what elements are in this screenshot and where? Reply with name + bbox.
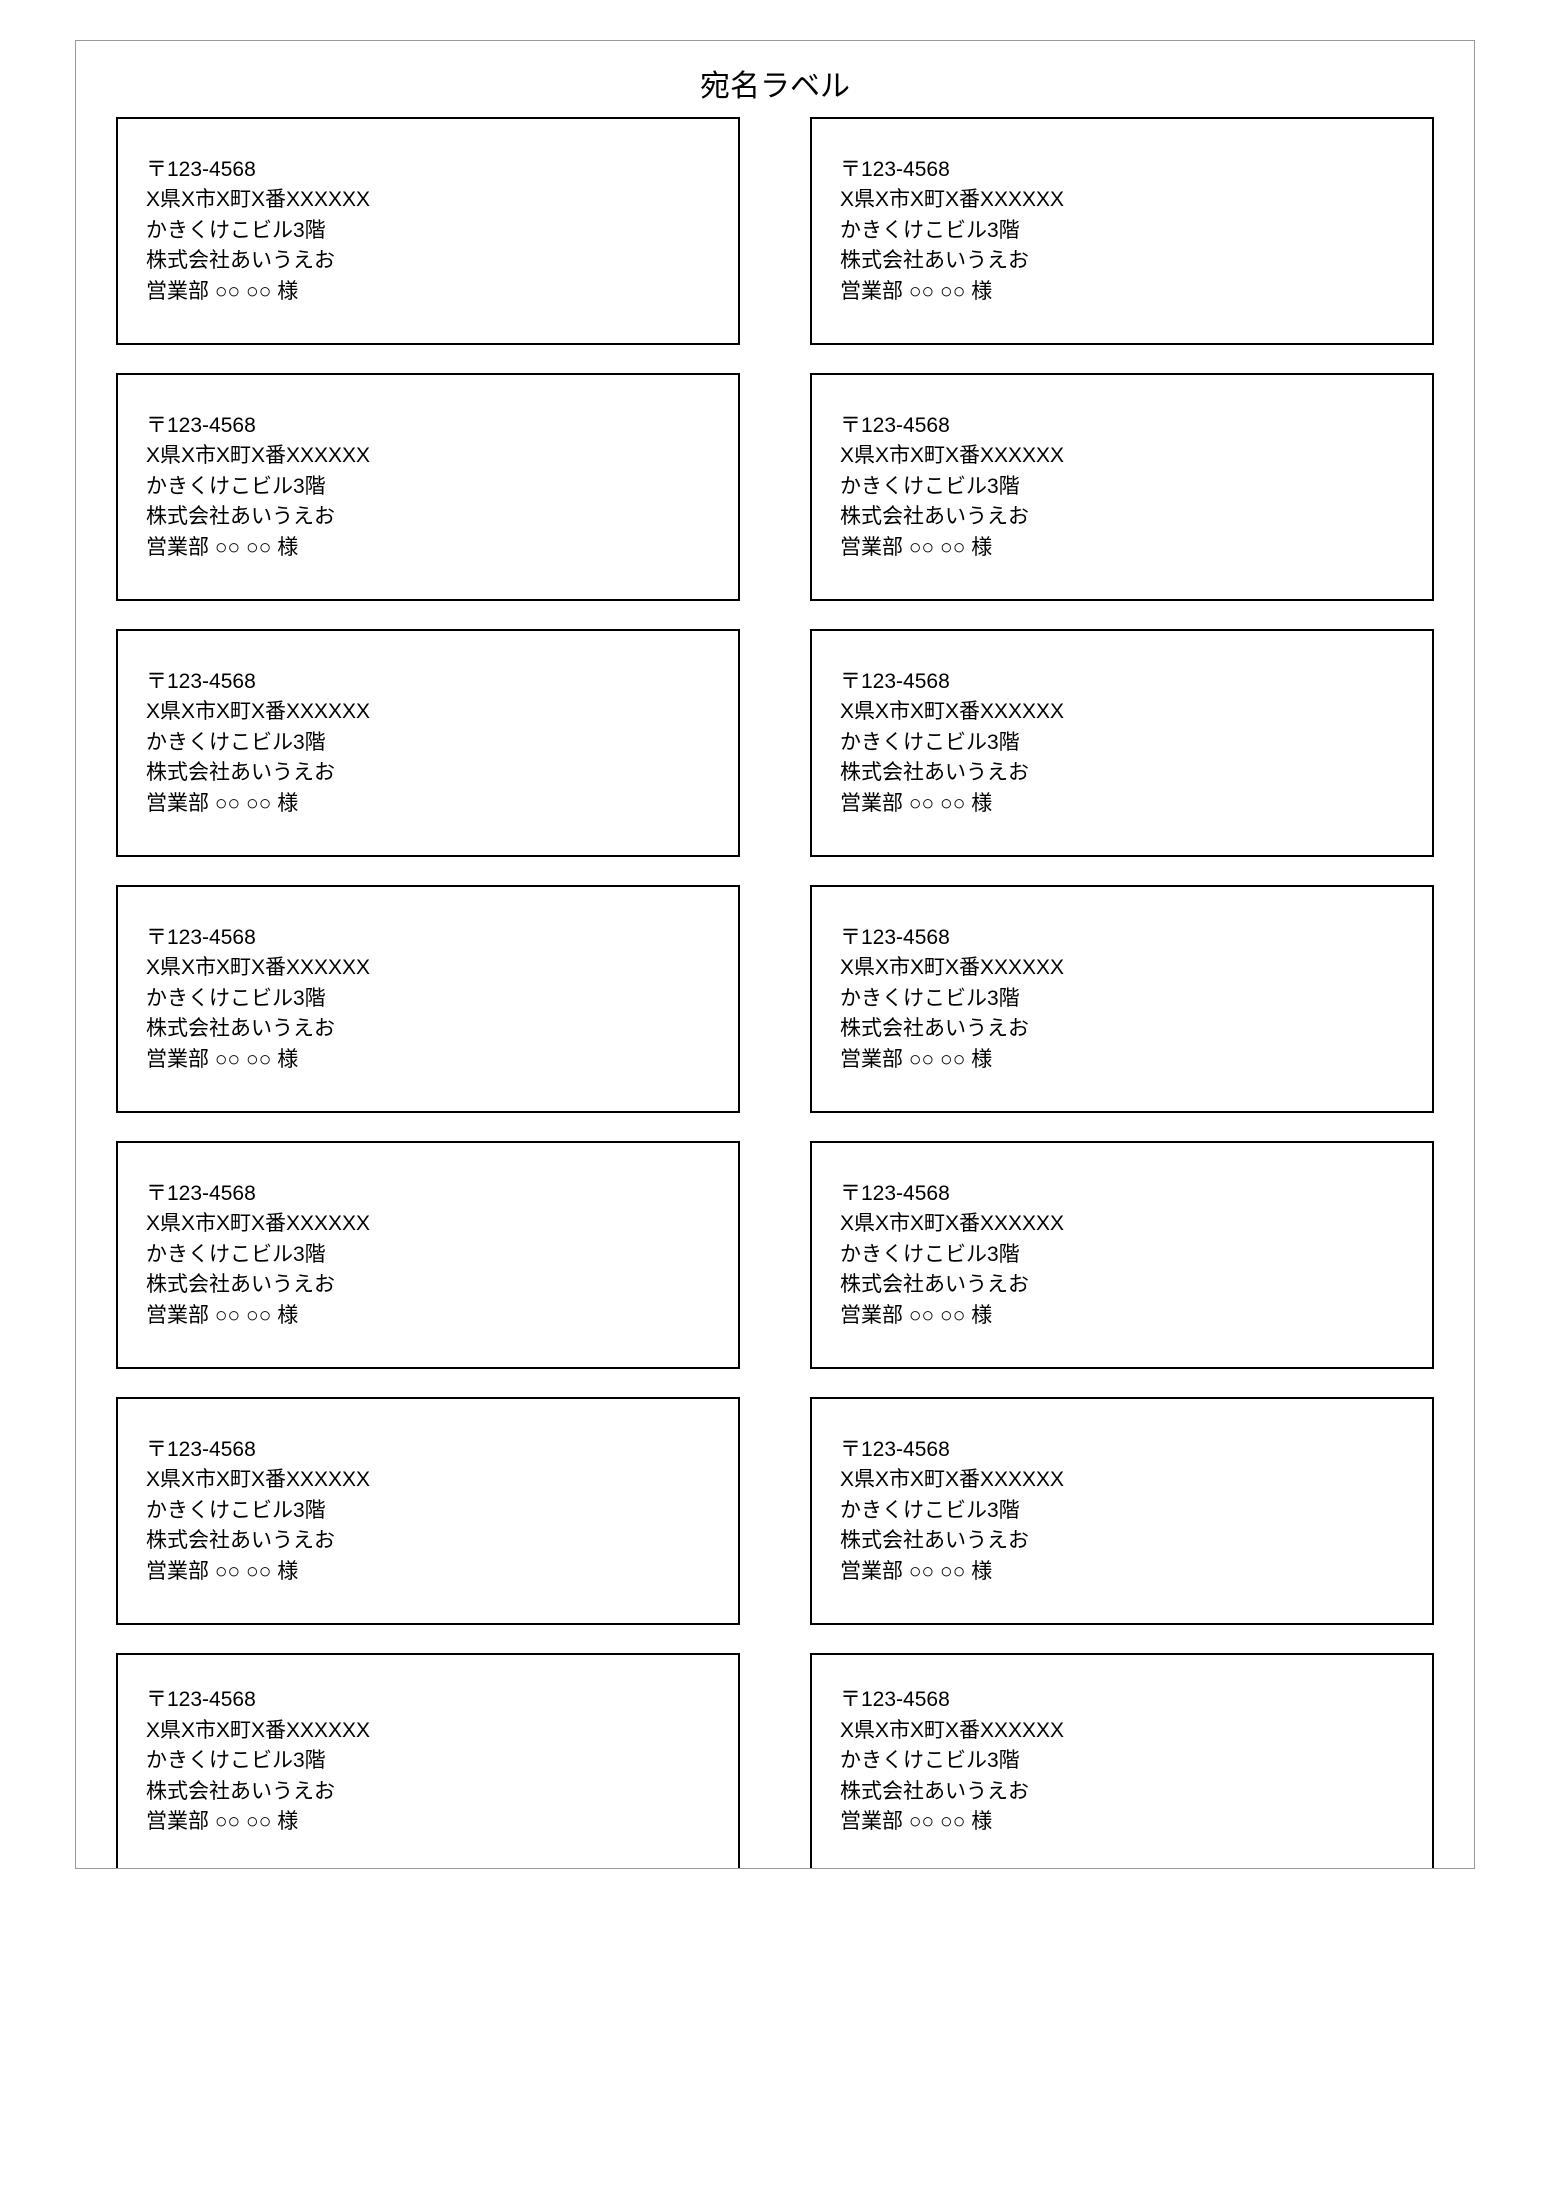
label-line-postal: 〒123-4568 xyxy=(146,1435,714,1465)
address-label: 〒123-4568X県X市X町X番XXXXXXかきくけこビル3階株式会社あいうえ… xyxy=(116,1141,740,1369)
label-sheet-page: 宛名ラベル 〒123-4568X県X市X町X番XXXXXXかきくけこビル3階株式… xyxy=(75,40,1475,1869)
label-line-company: 株式会社あいうえお xyxy=(146,246,714,276)
label-line-company: 株式会社あいうえお xyxy=(840,502,1408,532)
label-line-company: 株式会社あいうえお xyxy=(840,758,1408,788)
label-line-postal: 〒123-4568 xyxy=(146,411,714,441)
label-line-recipient: 営業部 ○○ ○○ 様 xyxy=(840,1045,1408,1075)
address-label: 〒123-4568X県X市X町X番XXXXXXかきくけこビル3階株式会社あいうえ… xyxy=(810,629,1434,857)
address-label: 〒123-4568X県X市X町X番XXXXXXかきくけこビル3階株式会社あいうえ… xyxy=(116,117,740,345)
address-label: 〒123-4568X県X市X町X番XXXXXXかきくけこビル3階株式会社あいうえ… xyxy=(810,373,1434,601)
address-label: 〒123-4568X県X市X町X番XXXXXXかきくけこビル3階株式会社あいうえ… xyxy=(116,1653,740,1868)
label-line-company: 株式会社あいうえお xyxy=(146,758,714,788)
address-label: 〒123-4568X県X市X町X番XXXXXXかきくけこビル3階株式会社あいうえ… xyxy=(116,885,740,1113)
label-line-address2: かきくけこビル3階 xyxy=(146,1746,714,1776)
label-line-address2: かきくけこビル3階 xyxy=(146,216,714,246)
label-line-recipient: 営業部 ○○ ○○ 様 xyxy=(146,1807,714,1837)
label-line-address1: X県X市X町X番XXXXXX xyxy=(146,953,714,983)
address-label: 〒123-4568X県X市X町X番XXXXXXかきくけこビル3階株式会社あいうえ… xyxy=(810,885,1434,1113)
page-title: 宛名ラベル xyxy=(116,61,1434,105)
label-line-address2: かきくけこビル3階 xyxy=(146,728,714,758)
address-label: 〒123-4568X県X市X町X番XXXXXXかきくけこビル3階株式会社あいうえ… xyxy=(116,373,740,601)
label-line-address2: かきくけこビル3階 xyxy=(146,1240,714,1270)
label-line-recipient: 営業部 ○○ ○○ 様 xyxy=(840,1301,1408,1331)
label-line-address2: かきくけこビル3階 xyxy=(146,1496,714,1526)
label-line-address2: かきくけこビル3階 xyxy=(840,1746,1408,1776)
label-line-recipient: 営業部 ○○ ○○ 様 xyxy=(840,1807,1408,1837)
address-label: 〒123-4568X県X市X町X番XXXXXXかきくけこビル3階株式会社あいうえ… xyxy=(810,1397,1434,1625)
labels-grid: 〒123-4568X県X市X町X番XXXXXXかきくけこビル3階株式会社あいうえ… xyxy=(116,117,1434,1868)
label-line-company: 株式会社あいうえお xyxy=(840,1014,1408,1044)
label-line-recipient: 営業部 ○○ ○○ 様 xyxy=(840,1557,1408,1587)
label-line-address1: X県X市X町X番XXXXXX xyxy=(840,1209,1408,1239)
label-line-recipient: 営業部 ○○ ○○ 様 xyxy=(840,789,1408,819)
label-line-address1: X県X市X町X番XXXXXX xyxy=(146,1716,714,1746)
label-line-recipient: 営業部 ○○ ○○ 様 xyxy=(146,1557,714,1587)
label-line-address2: かきくけこビル3階 xyxy=(840,1496,1408,1526)
label-line-address1: X県X市X町X番XXXXXX xyxy=(840,1716,1408,1746)
address-label: 〒123-4568X県X市X町X番XXXXXXかきくけこビル3階株式会社あいうえ… xyxy=(810,117,1434,345)
label-line-postal: 〒123-4568 xyxy=(146,1685,714,1715)
label-line-company: 株式会社あいうえお xyxy=(840,1777,1408,1807)
label-line-postal: 〒123-4568 xyxy=(840,1179,1408,1209)
address-label: 〒123-4568X県X市X町X番XXXXXXかきくけこビル3階株式会社あいうえ… xyxy=(810,1653,1434,1868)
address-label: 〒123-4568X県X市X町X番XXXXXXかきくけこビル3階株式会社あいうえ… xyxy=(116,1397,740,1625)
label-line-company: 株式会社あいうえお xyxy=(146,1014,714,1044)
label-line-recipient: 営業部 ○○ ○○ 様 xyxy=(840,277,1408,307)
label-line-postal: 〒123-4568 xyxy=(840,1685,1408,1715)
label-line-address2: かきくけこビル3階 xyxy=(840,1240,1408,1270)
label-line-company: 株式会社あいうえお xyxy=(146,1526,714,1556)
label-line-postal: 〒123-4568 xyxy=(840,1435,1408,1465)
label-line-recipient: 営業部 ○○ ○○ 様 xyxy=(146,1301,714,1331)
address-label: 〒123-4568X県X市X町X番XXXXXXかきくけこビル3階株式会社あいうえ… xyxy=(116,629,740,857)
label-line-company: 株式会社あいうえお xyxy=(146,1777,714,1807)
label-line-address1: X県X市X町X番XXXXXX xyxy=(146,1465,714,1495)
label-line-postal: 〒123-4568 xyxy=(840,155,1408,185)
label-line-address1: X県X市X町X番XXXXXX xyxy=(840,441,1408,471)
label-line-postal: 〒123-4568 xyxy=(840,411,1408,441)
label-line-address2: かきくけこビル3階 xyxy=(146,984,714,1014)
label-line-company: 株式会社あいうえお xyxy=(840,246,1408,276)
label-line-recipient: 営業部 ○○ ○○ 様 xyxy=(146,789,714,819)
label-line-postal: 〒123-4568 xyxy=(840,667,1408,697)
label-line-address2: かきくけこビル3階 xyxy=(146,472,714,502)
address-label: 〒123-4568X県X市X町X番XXXXXXかきくけこビル3階株式会社あいうえ… xyxy=(810,1141,1434,1369)
label-line-address1: X県X市X町X番XXXXXX xyxy=(840,1465,1408,1495)
label-line-recipient: 営業部 ○○ ○○ 様 xyxy=(840,533,1408,563)
label-line-address1: X県X市X町X番XXXXXX xyxy=(840,185,1408,215)
label-line-address1: X県X市X町X番XXXXXX xyxy=(840,953,1408,983)
label-line-address2: かきくけこビル3階 xyxy=(840,472,1408,502)
label-line-recipient: 営業部 ○○ ○○ 様 xyxy=(146,533,714,563)
label-line-address2: かきくけこビル3階 xyxy=(840,984,1408,1014)
label-line-address1: X県X市X町X番XXXXXX xyxy=(146,441,714,471)
label-line-company: 株式会社あいうえお xyxy=(840,1526,1408,1556)
label-line-address1: X県X市X町X番XXXXXX xyxy=(146,697,714,727)
label-line-address2: かきくけこビル3階 xyxy=(840,216,1408,246)
label-line-address1: X県X市X町X番XXXXXX xyxy=(146,185,714,215)
label-line-recipient: 営業部 ○○ ○○ 様 xyxy=(146,1045,714,1075)
label-line-company: 株式会社あいうえお xyxy=(146,502,714,532)
label-line-address1: X県X市X町X番XXXXXX xyxy=(146,1209,714,1239)
label-line-postal: 〒123-4568 xyxy=(146,667,714,697)
label-line-address1: X県X市X町X番XXXXXX xyxy=(840,697,1408,727)
label-line-postal: 〒123-4568 xyxy=(146,923,714,953)
label-line-address2: かきくけこビル3階 xyxy=(840,728,1408,758)
label-line-postal: 〒123-4568 xyxy=(146,155,714,185)
label-line-postal: 〒123-4568 xyxy=(840,923,1408,953)
label-line-recipient: 営業部 ○○ ○○ 様 xyxy=(146,277,714,307)
label-line-company: 株式会社あいうえお xyxy=(146,1270,714,1300)
label-line-postal: 〒123-4568 xyxy=(146,1179,714,1209)
label-line-company: 株式会社あいうえお xyxy=(840,1270,1408,1300)
